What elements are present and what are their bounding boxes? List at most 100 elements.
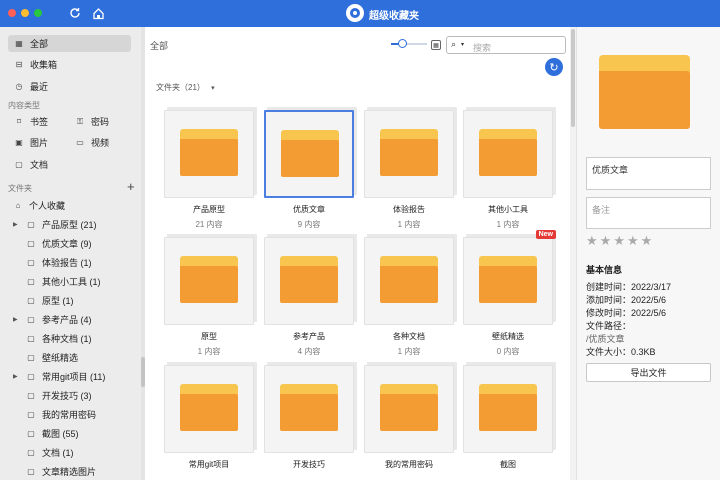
star-icon[interactable]: ★ xyxy=(627,233,641,248)
app-logo xyxy=(346,4,364,22)
star-icon[interactable]: ★ xyxy=(586,233,600,248)
sidebar-item-label: 最近 xyxy=(30,82,49,92)
refresh-icon[interactable] xyxy=(67,5,83,21)
main-content: 全部 ▦ ⌕ ▾ 搜索 ↻ 文件夹（21） ▾ 产品原型 21 内容 优质文章 9 内… xyxy=(145,27,570,480)
folder-thumbnail[interactable] xyxy=(364,365,454,453)
sidebar-folder-label: 常用git项目 (11) xyxy=(42,372,106,382)
folder-card[interactable]: 体验报告 1 内容 xyxy=(364,110,454,229)
folder-count-text: 文件夹（21） xyxy=(156,83,205,92)
window-title: 超级收藏夹 xyxy=(369,11,419,22)
folder-count-label[interactable]: 文件夹（21） ▾ xyxy=(156,82,215,93)
folder-card[interactable]: 其他小工具 1 内容 xyxy=(463,110,553,229)
zoom-slider-handle[interactable] xyxy=(397,39,407,48)
sidebar-item-all[interactable]: ▦ 全部 xyxy=(8,35,131,52)
sidebar-item-documents[interactable]: ▢ 文档 xyxy=(13,156,48,173)
sync-button[interactable]: ↻ xyxy=(545,58,563,76)
folder-thumbnail[interactable] xyxy=(264,110,354,198)
expand-arrow-icon[interactable]: ▶ xyxy=(13,221,18,228)
expand-arrow-icon[interactable]: ▶ xyxy=(13,373,18,380)
star-icon[interactable]: ★ xyxy=(600,233,614,248)
folder-card-count: 1 内容 xyxy=(496,220,520,229)
sidebar-folder-item[interactable]: ▢ 常用git项目 (11) xyxy=(25,368,105,385)
note-field[interactable]: 备注 xyxy=(586,197,711,229)
details-panel: 优质文章 备注 ★★★★★ 基本信息 创建时间：2022/3/17 添加时间：2… xyxy=(576,27,720,480)
add-folder-button[interactable]: + xyxy=(127,179,135,194)
sidebar-item-inbox[interactable]: ⊟ 收集箱 xyxy=(8,56,131,73)
sidebar-folder-item[interactable]: ▢ 产品原型 (21) xyxy=(25,216,96,233)
folder-icon xyxy=(380,384,438,431)
folder-card[interactable]: New 壁纸精选 0 内容 xyxy=(463,230,556,356)
sidebar-folder-item[interactable]: ▢ 壁纸精选 xyxy=(25,349,78,366)
sidebar-item-label: 密码 xyxy=(91,117,110,127)
folder-card[interactable]: 开发技巧 xyxy=(264,365,354,469)
sidebar-folder-item[interactable]: ▢ 开发技巧 (3) xyxy=(25,387,91,404)
folder-card[interactable]: 原型 1 内容 xyxy=(164,237,254,356)
sidebar-item-recent[interactable]: ◷ 最近 xyxy=(8,78,131,95)
folder-thumbnail[interactable] xyxy=(463,110,553,198)
folder-card[interactable]: 参考产品 4 内容 xyxy=(264,237,354,356)
folder-icon xyxy=(380,129,438,176)
sidebar-folder-item[interactable]: ▢ 我的常用密码 xyxy=(25,406,96,423)
star-icon[interactable]: ★ xyxy=(641,233,655,248)
sidebar-item-label: 书签 xyxy=(30,117,49,127)
sidebar: ▦ 全部 ⊟ 收集箱 ◷ 最近 内容类型 ⌑ 书签 ⚿ 密码 ▣ 图片 ▭ 视频 ▢ 文档 文件… xyxy=(0,27,141,480)
sidebar-folder-item[interactable]: ▢ 截图 (55) xyxy=(25,425,79,442)
name-field[interactable]: 优质文章 xyxy=(586,157,711,190)
bookmark-icon: ⌑ xyxy=(16,117,22,126)
info-modified: 修改时间：2022/5/6 xyxy=(586,308,667,318)
folder-card[interactable]: 优质文章 9 内容 xyxy=(264,110,354,229)
folder-icon: ▢ xyxy=(27,448,35,457)
folder-thumbnail[interactable] xyxy=(463,365,553,453)
rating-stars[interactable]: ★★★★★ xyxy=(586,233,654,249)
folder-card[interactable]: 常用git项目 xyxy=(164,365,254,469)
sidebar-folder-item[interactable]: ▢ 参考产品 (4) xyxy=(25,311,91,328)
sidebar-folder-item[interactable]: ▢ 文章精选图片 xyxy=(25,463,96,480)
folder-thumbnail[interactable] xyxy=(364,237,454,325)
sidebar-item-label: 图片 xyxy=(30,138,49,148)
folder-icon: ▢ xyxy=(27,372,35,381)
view-mode-button[interactable]: ▦ xyxy=(431,40,441,50)
export-file-button[interactable]: 导出文件 xyxy=(586,363,711,382)
sidebar-item-passwords[interactable]: ⚿ 密码 xyxy=(74,113,109,130)
video-icon: ▭ xyxy=(76,138,84,147)
folder-thumbnail[interactable] xyxy=(264,237,354,325)
sidebar-folder-item[interactable]: ▢ 体验报告 (1) xyxy=(25,254,91,271)
chevron-down-icon[interactable]: ▾ xyxy=(461,41,464,48)
folder-thumbnail[interactable] xyxy=(264,365,354,453)
sidebar-folder-item[interactable]: ▢ 文档 (1) xyxy=(25,444,73,461)
sidebar-folder-item[interactable]: ▢ 原型 (1) xyxy=(25,292,73,309)
folder-thumbnail[interactable] xyxy=(164,237,254,325)
main-scrollbar-thumb[interactable] xyxy=(571,29,575,127)
star-icon[interactable]: ★ xyxy=(613,233,627,248)
folder-icon xyxy=(479,256,537,303)
folder-thumbnail[interactable] xyxy=(164,365,254,453)
sidebar-folder-root[interactable]: ⌂ 个人收藏 xyxy=(12,197,65,214)
maximize-window-button[interactable] xyxy=(34,9,42,17)
home-icon[interactable] xyxy=(90,5,106,21)
folder-thumbnail[interactable] xyxy=(164,110,254,198)
sidebar-folder-item[interactable]: ▢ 优质文章 (9) xyxy=(25,235,91,252)
sidebar-folder-item[interactable]: ▢ 各种文档 (1) xyxy=(25,330,91,347)
folder-icon: ▢ xyxy=(27,334,35,343)
search-input[interactable]: ⌕ ▾ 搜索 xyxy=(446,36,566,54)
folder-thumbnail[interactable]: New xyxy=(463,230,556,325)
sidebar-item-videos[interactable]: ▭ 视频 xyxy=(74,134,109,151)
inbox-icon: ⊟ xyxy=(15,60,23,69)
sidebar-folder-label: 截图 (55) xyxy=(42,429,79,439)
zoom-slider[interactable] xyxy=(391,39,427,48)
folder-card-count: 21 内容 xyxy=(195,220,223,229)
sidebar-folder-item[interactable]: ▢ 其他小工具 (1) xyxy=(25,273,100,290)
folder-icon: ▢ xyxy=(27,429,35,438)
minimize-window-button[interactable] xyxy=(21,9,29,17)
sidebar-item-images[interactable]: ▣ 图片 xyxy=(13,134,48,151)
expand-arrow-icon[interactable]: ▶ xyxy=(13,316,18,323)
sidebar-item-bookmarks[interactable]: ⌑ 书签 xyxy=(13,113,48,130)
folder-card[interactable]: 我的常用密码 xyxy=(364,365,454,469)
folder-card[interactable]: 截图 xyxy=(463,365,553,469)
folder-icon xyxy=(380,256,438,303)
folder-card[interactable]: 产品原型 21 内容 xyxy=(164,110,254,229)
close-window-button[interactable] xyxy=(8,9,16,17)
folder-card[interactable]: 各种文档 1 内容 xyxy=(364,237,454,356)
folder-thumbnail[interactable] xyxy=(364,110,454,198)
folder-preview-icon xyxy=(599,55,690,129)
